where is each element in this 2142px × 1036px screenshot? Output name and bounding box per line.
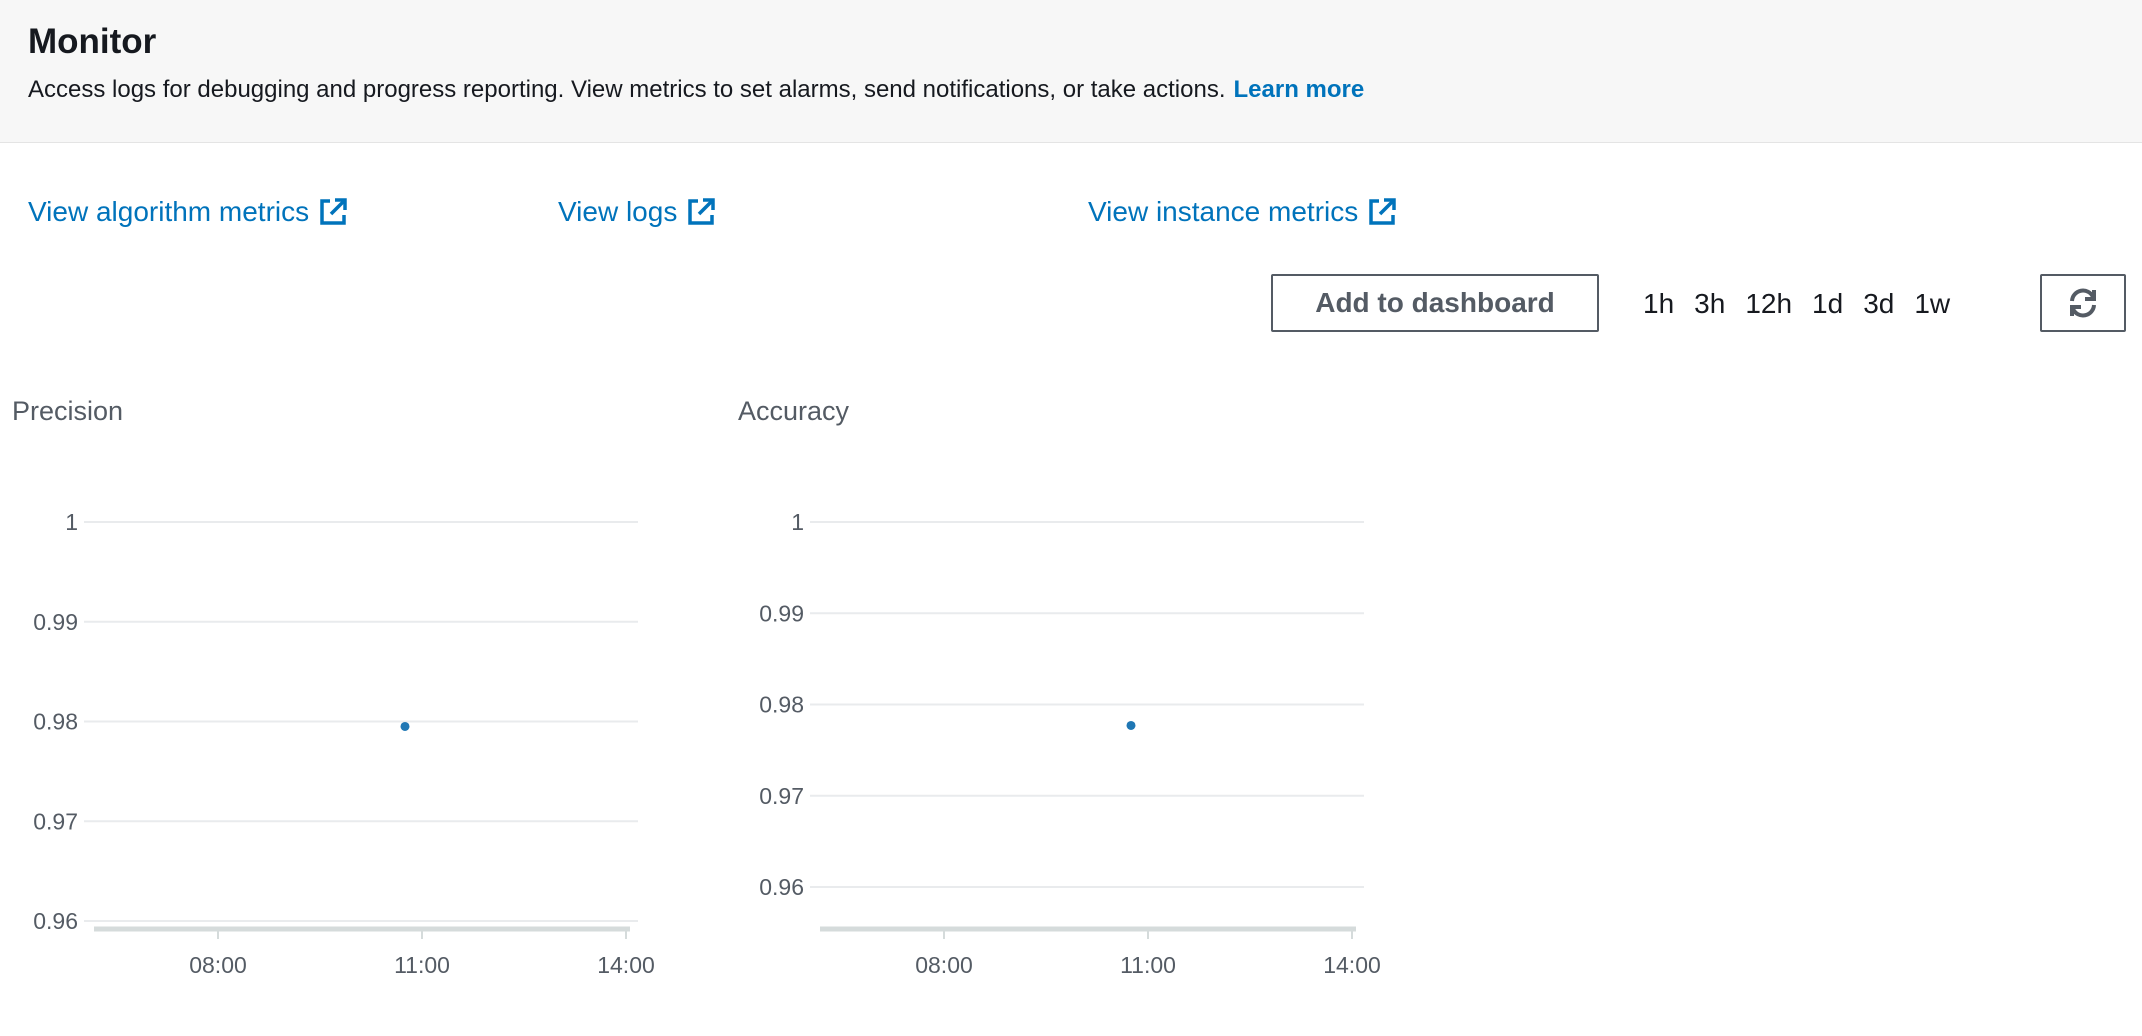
x-tick-label: 14:00 <box>597 952 655 978</box>
monitor-header: Monitor Access logs for debugging and pr… <box>0 0 2142 143</box>
x-tick-label: 11:00 <box>394 952 450 978</box>
external-link-icon <box>320 198 347 225</box>
y-tick-label: 0.96 <box>33 908 78 934</box>
add-to-dashboard-button[interactable]: Add to dashboard <box>1271 274 1599 332</box>
view-instance-metrics-link[interactable]: View instance metrics <box>1088 196 1398 228</box>
range-1w[interactable]: 1w <box>1904 284 1960 324</box>
y-tick-label: 0.99 <box>759 600 804 626</box>
range-1d[interactable]: 1d <box>1802 284 1853 324</box>
page-title: Monitor <box>28 22 157 61</box>
external-link-icon <box>688 198 716 225</box>
y-tick-label: 0.96 <box>759 874 804 900</box>
y-tick-label: 0.98 <box>33 709 78 735</box>
range-3d[interactable]: 3d <box>1853 284 1904 324</box>
precision-chart: 1 0.99 0.98 0.97 0.96 08:00 11:00 14:00 <box>33 509 655 978</box>
precision-chart-title: Precision <box>12 396 124 426</box>
range-12h[interactable]: 12h <box>1735 284 1802 324</box>
range-3h[interactable]: 3h <box>1684 284 1735 324</box>
y-tick-label: 0.99 <box>33 609 78 635</box>
view-algorithm-metrics-link[interactable]: View algorithm metrics <box>28 196 349 228</box>
y-tick-label: 1 <box>791 509 804 535</box>
external-link-icon <box>1369 198 1397 225</box>
refresh-button[interactable] <box>2040 274 2126 332</box>
view-algorithm-metrics-label: View algorithm metrics <box>28 196 310 227</box>
x-tick-label: 08:00 <box>189 952 247 978</box>
accuracy-chart: 1 0.99 0.98 0.97 0.96 08:00 11:00 14:00 <box>759 509 1381 978</box>
range-1h[interactable]: 1h <box>1633 284 1684 324</box>
x-tick-label: 08:00 <box>915 952 973 978</box>
view-logs-link[interactable]: View logs <box>558 196 717 228</box>
description-text: Access logs for debugging and progress r… <box>28 76 1226 103</box>
y-tick-label: 0.97 <box>33 808 78 834</box>
data-point <box>400 721 410 731</box>
x-tick-label: 14:00 <box>1323 952 1381 978</box>
y-tick-label: 0.98 <box>759 692 804 718</box>
view-instance-metrics-label: View instance metrics <box>1088 196 1359 227</box>
page-description: Access logs for debugging and progress r… <box>28 76 1364 104</box>
accuracy-chart-title: Accuracy <box>738 396 850 426</box>
learn-more-link[interactable]: Learn more <box>1234 76 1365 103</box>
y-tick-label: 0.97 <box>759 783 804 809</box>
time-range-selector: 1h 3h 12h 1d 3d 1w <box>1633 284 1960 324</box>
data-point <box>1126 720 1136 730</box>
x-tick-label: 11:00 <box>1120 952 1176 978</box>
y-tick-label: 1 <box>65 509 78 535</box>
view-logs-label: View logs <box>558 196 678 227</box>
refresh-icon <box>2070 288 2096 318</box>
